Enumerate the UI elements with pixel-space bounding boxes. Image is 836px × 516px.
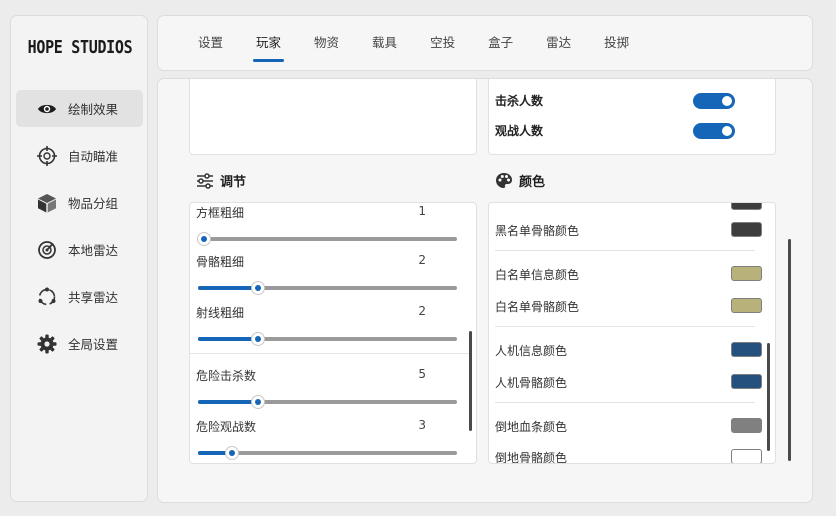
slider-track[interactable] [198,446,457,460]
color-label: 白名单骨骼颜色 [495,300,580,314]
color-swatch[interactable] [731,449,762,463]
sidebar-nav: 绘制效果 自动瞄准 物品分组 本地雷达 共享雷达 全局设置 [16,90,143,372]
adjust-title: 调节 [220,175,247,190]
slider-track[interactable] [198,332,457,346]
eye-icon [36,98,58,120]
gear-icon [36,333,58,355]
slider-handle[interactable] [197,232,212,246]
slider-handle[interactable] [224,446,239,460]
slider-label: 方框粗细 [196,206,245,220]
toggle-label: 击杀人数 [495,94,544,108]
share-radar-icon [36,286,58,308]
color-row: 倒地骨骼颜色 [495,449,762,464]
sidebar: HOPE STUDIOS 绘制效果 自动瞄准 物品分组 本地雷达 共享雷达 全局… [10,15,148,502]
slider-track[interactable] [198,395,457,409]
toggle-row: 击杀人数 [495,92,757,109]
slider-track[interactable] [198,281,457,295]
sidebar-item-item-groups[interactable]: 物品分组 [16,184,143,221]
color-swatch-cut[interactable] [731,203,762,210]
color-swatch[interactable] [731,222,762,237]
tab-throwables[interactable]: 投掷 [604,32,629,57]
tab-players[interactable]: 玩家 [253,32,285,62]
color-swatch[interactable] [731,266,762,281]
spectators-toggle[interactable] [693,123,735,139]
slider-value: 3 [418,418,426,432]
sidebar-item-aimbot[interactable]: 自动瞄准 [16,137,143,174]
toggle-label: 观战人数 [495,124,544,138]
sidebar-item-label: 全局设置 [68,337,119,352]
palette-icon [495,172,513,189]
sidebar-item-label: 自动瞄准 [68,149,119,164]
sidebar-item-local-radar[interactable]: 本地雷达 [16,231,143,268]
color-row: 白名单骨骼颜色 [495,298,762,315]
sidebar-item-draw-effects[interactable]: 绘制效果 [16,90,143,127]
toggle-card: 击杀人数 观战人数 [488,79,776,155]
app-logo: HOPE STUDIOS [27,36,133,58]
colors-scrollbar[interactable] [767,343,770,451]
slider-handle[interactable] [250,281,265,295]
radar-icon [36,239,58,261]
color-row: 人机骨骼颜色 [495,374,762,391]
slider-track[interactable] [197,232,457,246]
colors-section-title: 颜色 [495,171,545,190]
slider-handle[interactable] [250,332,265,346]
color-label: 倒地血条颜色 [495,420,568,434]
tab-vehicles[interactable]: 载具 [372,32,397,57]
sidebar-item-global-settings[interactable]: 全局设置 [16,325,143,362]
tab-supplies[interactable]: 物资 [314,32,339,57]
options-card [189,79,477,155]
colors-card: 黑名单骨骼颜色 白名单信息颜色 白名单骨骼颜色 人机信息颜色 人机骨骼颜色 倒地… [488,202,776,464]
sliders-icon [196,172,214,189]
slider-value: 2 [418,253,426,267]
slider-label: 骨骼粗细 [196,255,245,269]
color-label: 人机信息颜色 [495,344,568,358]
crosshair-icon [36,145,58,167]
slider-label: 射线粗细 [196,306,245,320]
main-panel: 击杀人数 观战人数 调节 方框粗细 1 骨骼粗细 2 射线粗细 2 危险击杀数 … [157,78,813,503]
slider-label: 危险观战数 [196,420,257,434]
slider-value: 2 [418,304,426,318]
color-swatch[interactable] [731,418,762,433]
sidebar-item-label: 绘制效果 [68,102,119,117]
slider-value: 1 [418,204,426,218]
tab-settings[interactable]: 设置 [198,32,223,57]
sidebar-item-label: 共享雷达 [68,290,119,305]
slider-label: 危险击杀数 [196,369,257,383]
color-label: 人机骨骼颜色 [495,376,568,390]
app-window: HOPE STUDIOS 绘制效果 自动瞄准 物品分组 本地雷达 共享雷达 全局… [0,0,836,516]
sidebar-item-label: 本地雷达 [68,243,119,258]
adjust-section-title: 调节 [196,171,246,190]
toggle-row: 观战人数 [495,122,757,139]
slider-value: 5 [418,367,426,381]
color-row: 白名单信息颜色 [495,266,762,283]
color-swatch[interactable] [731,374,762,389]
tab-bar: 设置 玩家 物资 载具 空投 盒子 雷达 投掷 [157,15,813,71]
color-label: 黑名单骨骼颜色 [495,224,580,238]
color-swatch[interactable] [731,298,762,313]
tab-radar[interactable]: 雷达 [546,32,571,57]
tab-airdrop[interactable]: 空投 [430,32,455,57]
color-swatch[interactable] [731,342,762,357]
sidebar-item-label: 物品分组 [68,196,119,211]
main-scrollbar[interactable] [788,239,791,461]
kills-toggle[interactable] [693,93,735,109]
color-label: 倒地骨骼颜色 [495,451,568,464]
color-row: 黑名单骨骼颜色 [495,222,762,239]
color-row: 人机信息颜色 [495,342,762,359]
sidebar-item-shared-radar[interactable]: 共享雷达 [16,278,143,315]
tab-boxes[interactable]: 盒子 [488,32,513,57]
colors-title: 颜色 [519,175,546,190]
color-row: 倒地血条颜色 [495,418,762,435]
color-label: 白名单信息颜色 [495,268,580,282]
box-icon [36,192,58,214]
slider-handle[interactable] [250,395,265,409]
sliders-scrollbar[interactable] [469,331,472,431]
sliders-card: 方框粗细 1 骨骼粗细 2 射线粗细 2 危险击杀数 5 危险观战数 3 [189,202,477,464]
